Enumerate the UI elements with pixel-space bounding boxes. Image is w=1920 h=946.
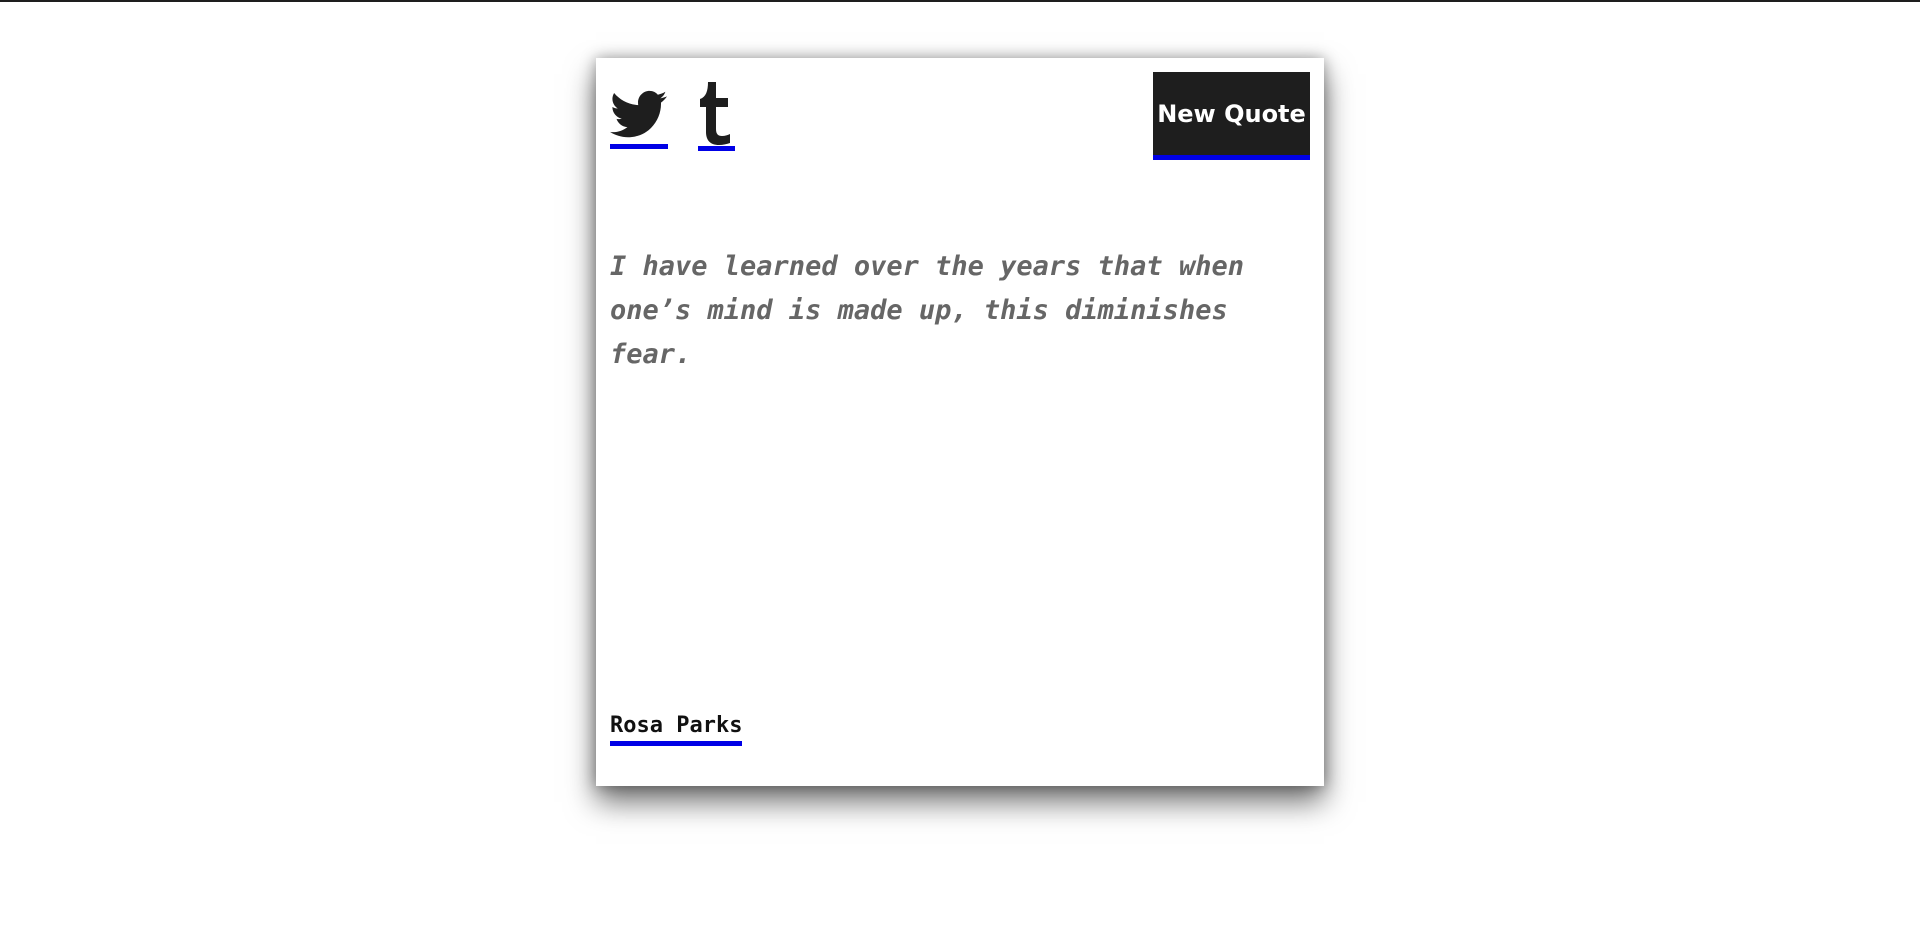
quote-author[interactable]: Rosa Parks bbox=[610, 712, 743, 746]
tumblr-share-link[interactable] bbox=[698, 82, 735, 151]
quote-text: I have learned over the years that when … bbox=[610, 251, 1244, 370]
tumblr-t-icon bbox=[700, 82, 730, 145]
quote-box: New Quote I have learned over the years … bbox=[596, 58, 1324, 786]
tweet-quote-link[interactable] bbox=[610, 90, 668, 149]
twitter-bird-icon bbox=[610, 90, 668, 138]
new-quote-button[interactable]: New Quote bbox=[1153, 72, 1310, 160]
top-bar: New Quote bbox=[610, 72, 1310, 162]
